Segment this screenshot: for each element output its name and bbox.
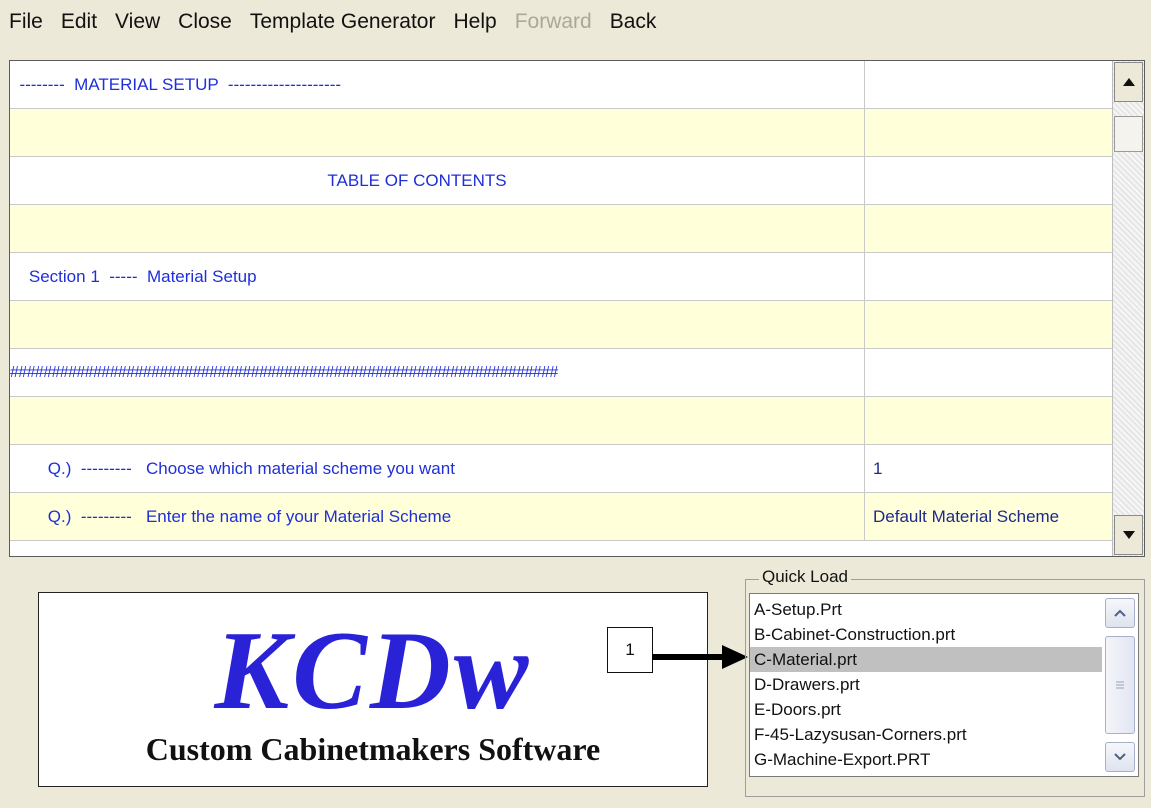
quick-load-items: A-Setup.Prt B-Cabinet-Construction.prt C… bbox=[750, 594, 1138, 772]
grid-cell-text bbox=[10, 301, 865, 348]
grid-row[interactable] bbox=[10, 301, 1112, 349]
grid-row[interactable]: Q.) --------- Choose which material sche… bbox=[10, 445, 1112, 493]
setup-grid[interactable]: -------- MATERIAL SETUP ----------------… bbox=[9, 60, 1145, 557]
kcdw-logo: KCDw Custom Cabinetmakers Software bbox=[38, 592, 708, 787]
grid-cell-value[interactable] bbox=[865, 349, 1112, 396]
grid-body: -------- MATERIAL SETUP ----------------… bbox=[10, 61, 1112, 541]
menu-edit[interactable]: Edit bbox=[52, 10, 106, 40]
grid-cell-value[interactable] bbox=[865, 301, 1112, 348]
menu-close[interactable]: Close bbox=[169, 10, 241, 40]
list-item[interactable]: G-Machine-Export.PRT bbox=[750, 747, 1102, 772]
list-item[interactable]: B-Cabinet-Construction.prt bbox=[750, 622, 1102, 647]
scroll-up-icon bbox=[1122, 78, 1135, 86]
grip-icon bbox=[1116, 681, 1124, 689]
menu-back[interactable]: Back bbox=[601, 10, 666, 40]
callout-number: 1 bbox=[607, 627, 653, 673]
list-item[interactable]: A-Setup.Prt bbox=[750, 597, 1102, 622]
grid-row[interactable]: Section 1 ----- Material Setup bbox=[10, 253, 1112, 301]
menu-file[interactable]: File bbox=[0, 10, 52, 40]
grid-cell-value[interactable] bbox=[865, 397, 1112, 444]
grid-cell-value[interactable] bbox=[865, 205, 1112, 252]
arrow-right-icon bbox=[652, 645, 748, 669]
menu-forward: Forward bbox=[514, 10, 592, 33]
grid-cell-text: Section 1 ----- Material Setup bbox=[10, 253, 865, 300]
grid-cell-text bbox=[10, 109, 865, 156]
list-item-selected[interactable]: C-Material.prt bbox=[750, 647, 1102, 672]
quick-load-scroll-thumb[interactable] bbox=[1105, 636, 1135, 734]
grid-row[interactable]: Q.) --------- Enter the name of your Mat… bbox=[10, 493, 1112, 541]
grid-cell-value[interactable]: Default Material Scheme bbox=[865, 493, 1112, 540]
grid-scrollbar[interactable] bbox=[1112, 61, 1144, 556]
scroll-down-icon bbox=[1114, 753, 1126, 761]
grid-cell-text: TABLE OF CONTENTS bbox=[10, 157, 865, 204]
menu-help[interactable]: Help bbox=[444, 10, 505, 40]
logo-subtitle: Custom Cabinetmakers Software bbox=[145, 731, 601, 767]
grid-row[interactable] bbox=[10, 397, 1112, 445]
grid-row[interactable]: -------- MATERIAL SETUP ----------------… bbox=[10, 61, 1112, 109]
list-item[interactable]: F-45-Lazysusan-Corners.prt bbox=[750, 722, 1102, 747]
grid-cell-value[interactable] bbox=[865, 61, 1112, 108]
grid-row[interactable]: ########################################… bbox=[10, 349, 1112, 397]
menu-template-generator[interactable]: Template Generator bbox=[241, 10, 445, 40]
grid-cell-text bbox=[10, 397, 865, 444]
grid-scroll-up-button[interactable] bbox=[1114, 62, 1143, 102]
quick-load-scrollbar[interactable] bbox=[1105, 598, 1135, 772]
menu-view[interactable]: View bbox=[106, 10, 169, 40]
grid-row[interactable]: TABLE OF CONTENTS bbox=[10, 157, 1112, 205]
grid-cell-text: -------- MATERIAL SETUP ----------------… bbox=[10, 61, 865, 108]
grid-cell-text: ########################################… bbox=[10, 349, 865, 396]
grid-row[interactable] bbox=[10, 205, 1112, 253]
quick-load-scroll-down-button[interactable] bbox=[1105, 742, 1135, 772]
scroll-down-icon bbox=[1122, 531, 1135, 539]
scroll-up-icon bbox=[1114, 609, 1126, 617]
grid-cell-value[interactable] bbox=[865, 109, 1112, 156]
grid-cell-text: Q.) --------- Enter the name of your Mat… bbox=[10, 493, 865, 540]
grid-cell-text bbox=[10, 205, 865, 252]
quick-load-list[interactable]: A-Setup.Prt B-Cabinet-Construction.prt C… bbox=[749, 593, 1139, 777]
grid-scroll-thumb[interactable] bbox=[1114, 116, 1143, 152]
grid-cell-text: Q.) --------- Choose which material sche… bbox=[10, 445, 865, 492]
grid-cell-value[interactable]: 1 bbox=[865, 445, 1112, 492]
quick-load-scroll-up-button[interactable] bbox=[1105, 598, 1135, 628]
menu-bar: File Edit View Close Template Generator … bbox=[0, 0, 1151, 50]
list-item[interactable]: D-Drawers.prt bbox=[750, 672, 1102, 697]
grid-cell-value[interactable] bbox=[865, 253, 1112, 300]
grid-row[interactable] bbox=[10, 109, 1112, 157]
grid-scroll-down-button[interactable] bbox=[1114, 515, 1143, 555]
quick-load-legend: Quick Load bbox=[759, 567, 851, 587]
list-item[interactable]: E-Doors.prt bbox=[750, 697, 1102, 722]
grid-cell-value[interactable] bbox=[865, 157, 1112, 204]
